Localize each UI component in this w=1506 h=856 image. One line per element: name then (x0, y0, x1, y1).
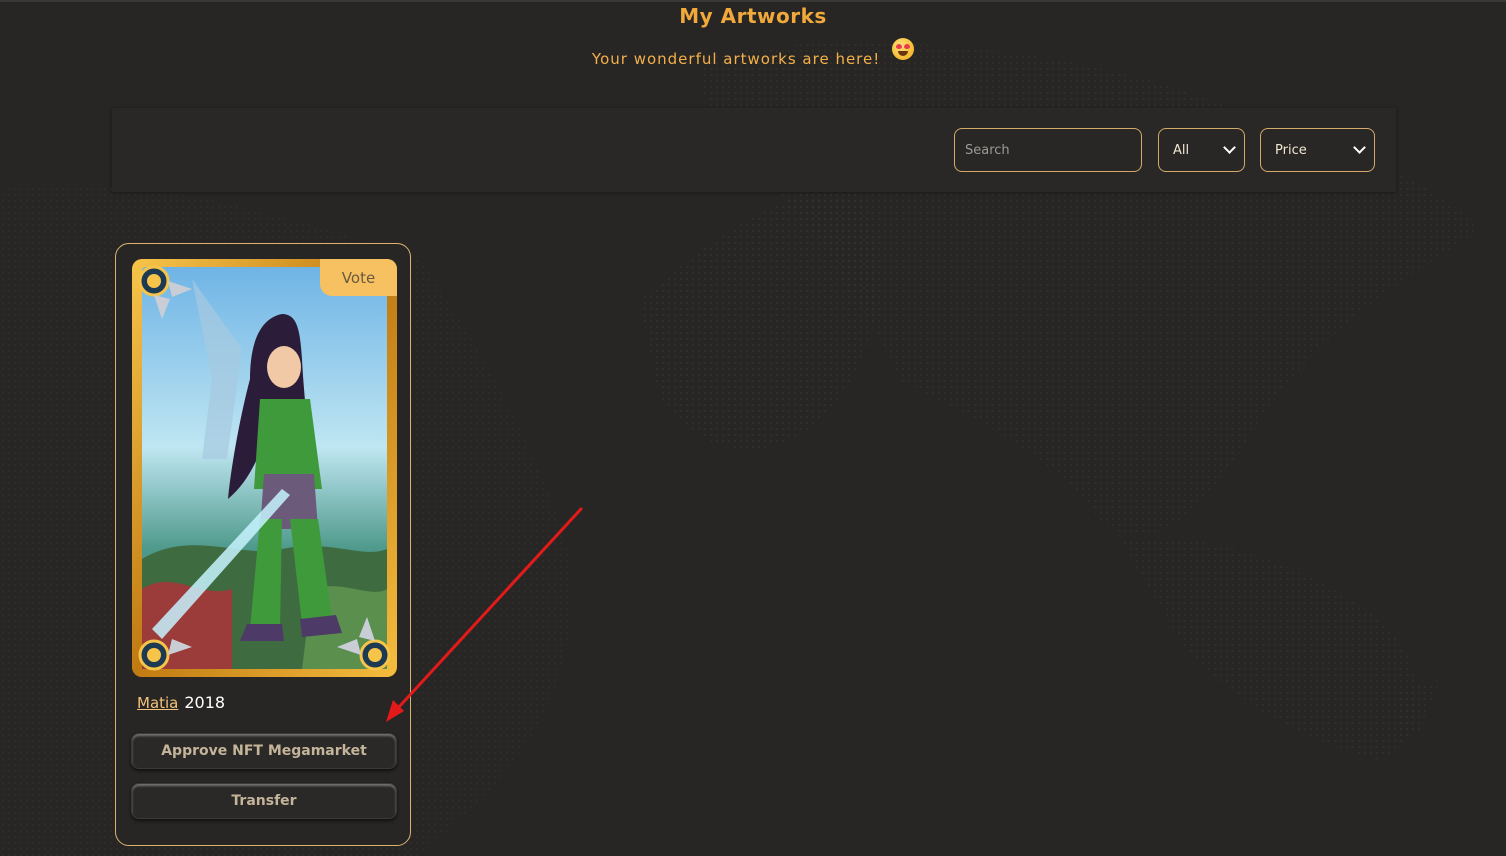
transfer-button[interactable]: Transfer (131, 783, 397, 819)
artwork-card: Vote Matia 2018 Approve NFT Megamarket Tr… (115, 243, 411, 846)
artwork-year: 2018 (184, 693, 226, 712)
chevron-down-icon (1353, 140, 1366, 154)
search-input[interactable] (954, 128, 1142, 172)
subtitle-text: Your wonderful artworks are here! (591, 50, 881, 68)
heart-eyes-emoji-icon (892, 38, 915, 60)
owner-link[interactable]: Matia (137, 694, 178, 712)
chevron-down-icon (1223, 140, 1236, 154)
artwork-image[interactable] (132, 259, 397, 677)
approve-nft-megamarket-button[interactable]: Approve NFT Megamarket (131, 733, 397, 769)
page-subtitle: Your wonderful artworks are here! (0, 38, 1506, 68)
type-filter-select[interactable]: All (1158, 128, 1245, 172)
artwork-title: Matia 2018 (137, 693, 225, 712)
sort-select[interactable]: Price (1260, 128, 1375, 172)
vote-button[interactable]: Vote (320, 259, 397, 296)
sort-value: Price (1275, 142, 1307, 158)
type-filter-value: All (1173, 142, 1190, 158)
page: My Artworks Your wonderful artworks are … (0, 0, 1506, 856)
page-title: My Artworks (679, 4, 827, 28)
top-divider (0, 0, 1506, 2)
